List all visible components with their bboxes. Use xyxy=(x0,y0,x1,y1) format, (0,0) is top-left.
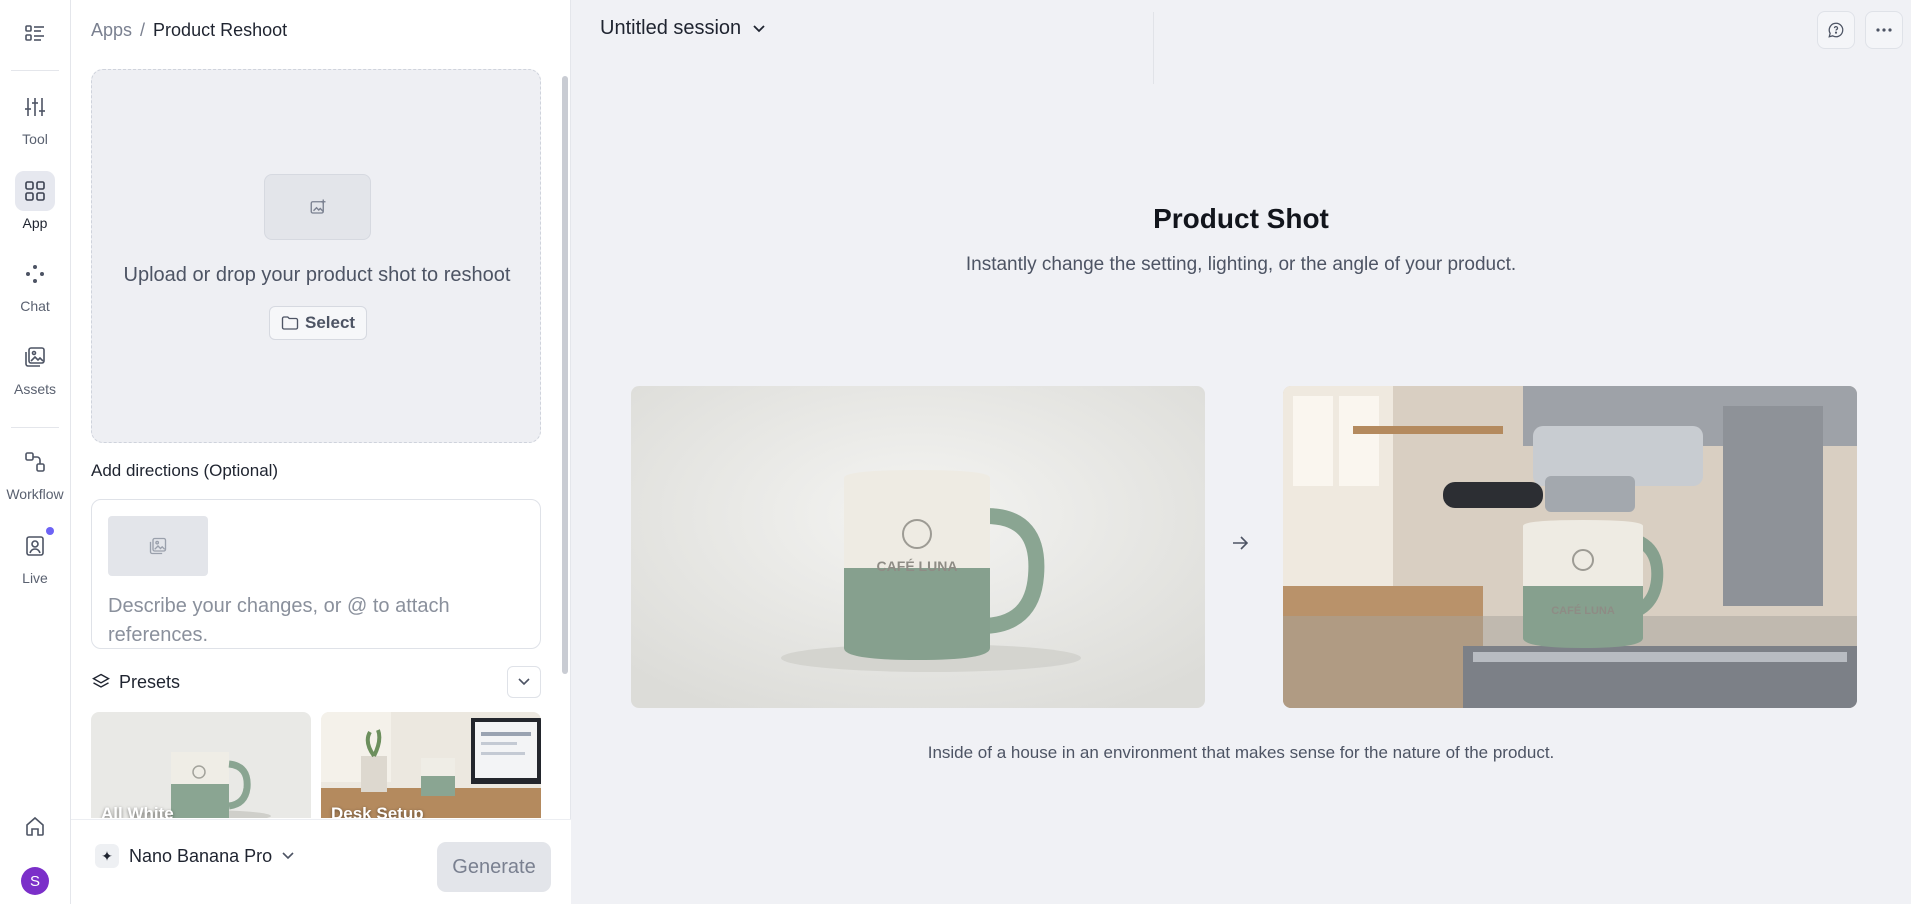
rail-item-workflow[interactable]: Workflow xyxy=(0,442,70,502)
rail-item-chat[interactable]: Chat xyxy=(0,254,70,314)
rail-divider xyxy=(11,70,59,71)
panel-scrollbar-thumb[interactable] xyxy=(562,76,568,674)
upload-dropzone[interactable]: Upload or drop your product shot to resh… xyxy=(91,69,541,443)
grid-icon xyxy=(15,171,55,211)
presets-header: Presets xyxy=(91,666,541,698)
mug-logo-text: CAFÉ LUNA xyxy=(1551,604,1615,617)
preset-desk-setup-thumbnail xyxy=(321,712,541,818)
rail-label-live: Live xyxy=(22,570,48,586)
example-caption: Inside of a house in an environment that… xyxy=(927,743,1555,762)
preset-all-white-thumbnail xyxy=(91,712,311,818)
images-icon xyxy=(15,337,55,377)
rail-label-assets: Assets xyxy=(13,381,56,397)
select-file-label: Select xyxy=(305,313,356,332)
rail-item-app[interactable]: App xyxy=(0,171,70,231)
rail-label-chat: Chat xyxy=(20,298,50,314)
model-selector[interactable]: ✦ Nano Banana Pro xyxy=(95,844,294,868)
main-canvas: Untitled session Product Shot Instantly … xyxy=(571,0,1911,904)
generate-button[interactable]: Generate xyxy=(437,842,551,892)
home-icon xyxy=(15,806,55,846)
live-notification-dot xyxy=(46,527,54,535)
rail-item-assets[interactable]: Assets xyxy=(0,337,70,397)
chevron-down-icon xyxy=(753,24,765,32)
user-avatar[interactable]: S xyxy=(21,867,49,895)
chevron-down-icon xyxy=(282,852,294,860)
rail-label-app: App xyxy=(22,215,48,231)
chat-bubble-icon xyxy=(1828,22,1844,38)
preset-card-desk-setup[interactable]: Desk Setup xyxy=(321,712,541,818)
breadcrumb-apps-link[interactable]: Apps xyxy=(91,20,132,41)
breadcrumb: Apps / Product Reshoot xyxy=(91,20,287,41)
more-options-button[interactable] xyxy=(1865,11,1903,49)
preset-label: Desk Setup xyxy=(331,804,424,818)
app-panel: Apps / Product Reshoot Upload or drop yo… xyxy=(71,0,571,904)
example-after-image: CAFÉ LUNA xyxy=(1283,386,1857,708)
arrow-right-icon xyxy=(1233,536,1248,550)
breadcrumb-separator: / xyxy=(140,20,146,40)
rail-label-tool: Tool xyxy=(22,131,48,147)
panel-footer: ✦ Nano Banana Pro Generate xyxy=(71,819,571,904)
rail-item-tool[interactable]: Tool xyxy=(0,87,70,147)
example-before-image: CAFÉ LUNA xyxy=(631,386,1205,708)
mug-logo-text: CAFÉ LUNA xyxy=(877,558,958,574)
sliders-icon xyxy=(15,87,55,127)
directions-title: Add directions (Optional) xyxy=(91,461,279,480)
rail-label-workflow: Workflow xyxy=(6,486,64,502)
presets-expand-button[interactable] xyxy=(507,666,541,698)
session-selector[interactable]: Untitled session xyxy=(600,17,765,40)
left-rail: Tool App Chat Assets Workflow Live S xyxy=(0,0,71,904)
folder-icon xyxy=(281,316,299,330)
chevron-down-icon xyxy=(518,678,530,686)
model-name: Nano Banana Pro xyxy=(129,845,273,866)
preset-card-all-white[interactable]: All White xyxy=(91,712,311,818)
hero-subtitle: Instantly change the setting, lighting, … xyxy=(965,254,1517,275)
sparkle-icon: ✦ xyxy=(95,844,119,868)
upload-prompt: Upload or drop your product shot to resh… xyxy=(123,264,511,286)
toggle-panel-button[interactable] xyxy=(0,14,70,54)
rail-divider xyxy=(11,427,59,428)
preset-label: All White xyxy=(101,804,174,818)
session-title: Untitled session xyxy=(600,17,742,39)
panel-list-icon xyxy=(15,14,55,54)
breadcrumb-current: Product Reshoot xyxy=(153,20,288,40)
workflow-icon xyxy=(15,442,55,482)
upload-placeholder xyxy=(264,174,371,240)
more-horizontal-icon xyxy=(1876,28,1892,32)
feedback-button[interactable] xyxy=(1817,11,1855,49)
header-divider xyxy=(1153,12,1154,84)
rail-item-live[interactable]: Live xyxy=(0,526,70,586)
layers-icon xyxy=(92,673,110,688)
select-file-button[interactable]: Select xyxy=(269,306,368,340)
attach-reference-button[interactable] xyxy=(108,516,208,576)
directions-placeholder: Describe your changes, or @ to attach re… xyxy=(108,595,450,646)
chat-nodes-icon xyxy=(15,254,55,294)
presets-label: Presets xyxy=(119,671,181,692)
directions-input[interactable]: Describe your changes, or @ to attach re… xyxy=(91,499,541,649)
add-image-icon xyxy=(310,199,325,214)
home-button[interactable] xyxy=(0,806,70,846)
hero-title: Product Shot xyxy=(1153,203,1329,234)
image-icon xyxy=(149,537,167,555)
